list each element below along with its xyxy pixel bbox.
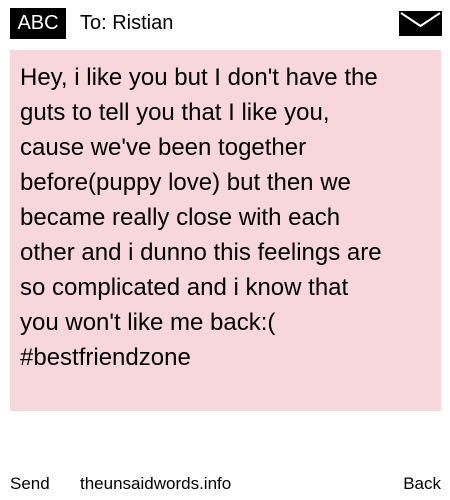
recipient-label: To: Ristian [80,12,174,34]
message-body[interactable]: Hey, i like you but I don't have the gut… [10,50,441,411]
header-bar: ABC To: Ristian [0,0,450,46]
message-screen: ABC To: Ristian Hey, i like you but I do… [0,0,450,500]
softkey-bar: Send theunsaidwords.info Back [0,470,450,498]
send-button[interactable]: Send [10,470,50,498]
envelope-icon [399,11,442,36]
input-mode-badge: ABC [10,8,66,39]
message-text: Hey, i like you but I don't have the gut… [20,64,382,371]
site-watermark: theunsaidwords.info [80,474,232,493]
back-button[interactable]: Back [403,470,441,498]
